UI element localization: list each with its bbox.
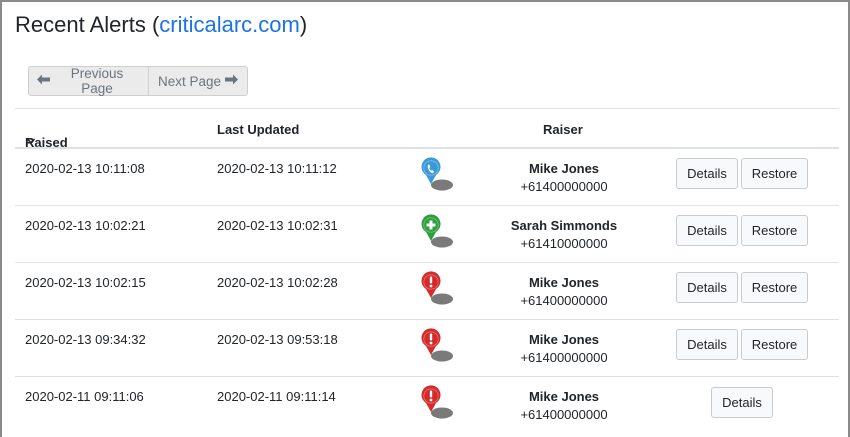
alert-icon bbox=[418, 328, 458, 368]
raiser-name: Mike Jones bbox=[528, 389, 600, 404]
raiser-phone: +61400000000 bbox=[520, 179, 608, 194]
last-updated-time: 2020-02-13 10:02:28 bbox=[217, 275, 338, 290]
last-updated-time: 2020-02-13 10:11:12 bbox=[217, 161, 337, 176]
alert-icon bbox=[418, 385, 458, 425]
alerts-table: Raised Last Updated Raiser 2020-02-13 10… bbox=[15, 108, 839, 434]
table-row: 2020-02-11 09:11:06 2020-02-11 09:11:14 Mi… bbox=[15, 377, 839, 434]
raiser: Mike Jones +61400000000 bbox=[483, 388, 645, 424]
site-link[interactable]: criticalarc.com bbox=[159, 12, 300, 37]
column-header-last-updated: Last Updated bbox=[217, 122, 300, 137]
phone-icon bbox=[418, 157, 458, 197]
next-page-label: Next Page bbox=[157, 73, 222, 89]
raiser: Mike Jones +61400000000 bbox=[483, 274, 645, 310]
raised-time: 2020-02-13 10:11:08 bbox=[25, 161, 145, 176]
raiser-name: Sarah Simmonds bbox=[510, 218, 618, 233]
raiser: Sarah Simmonds +61410000000 bbox=[483, 217, 645, 253]
raiser-name: Mike Jones bbox=[528, 161, 600, 176]
raiser-name: Mike Jones bbox=[528, 332, 600, 347]
column-header-raiser: Raiser bbox=[543, 122, 583, 137]
restore-button[interactable]: Restore bbox=[741, 215, 808, 246]
raiser-phone: +61410000000 bbox=[520, 236, 608, 251]
raised-time: 2020-02-13 10:02:21 bbox=[25, 218, 146, 233]
raiser-phone: +61400000000 bbox=[520, 293, 608, 308]
details-button[interactable]: Details bbox=[711, 387, 773, 418]
raiser-name: Mike Jones bbox=[528, 275, 600, 290]
arrow-right-icon bbox=[225, 74, 239, 88]
raiser-phone: +61400000000 bbox=[520, 407, 608, 422]
raiser: Mike Jones +61400000000 bbox=[483, 160, 645, 196]
next-page-button[interactable]: Next Page bbox=[149, 66, 248, 96]
details-button[interactable]: Details bbox=[676, 329, 738, 360]
last-updated-time: 2020-02-13 10:02:31 bbox=[217, 218, 338, 233]
previous-page-button[interactable]: Previous Page bbox=[28, 66, 149, 96]
restore-button[interactable]: Restore bbox=[741, 329, 808, 360]
title-suffix: ) bbox=[299, 12, 308, 37]
details-button[interactable]: Details bbox=[676, 272, 738, 303]
table-row: 2020-02-13 09:34:32 2020-02-13 09:53:18 Mi… bbox=[15, 320, 839, 377]
restore-button[interactable]: Restore bbox=[741, 272, 808, 303]
previous-page-label: Previous Page bbox=[70, 66, 124, 96]
restore-button[interactable]: Restore bbox=[741, 158, 808, 189]
details-button[interactable]: Details bbox=[676, 215, 738, 246]
raiser: Mike Jones +61400000000 bbox=[483, 331, 645, 367]
table-row: 2020-02-13 10:02:21 2020-02-13 10:02:31 Sa… bbox=[15, 206, 839, 263]
table-body: 2020-02-13 10:11:08 2020-02-13 10:11:12 Mi… bbox=[15, 149, 839, 434]
title-prefix: Recent Alerts ( bbox=[15, 12, 160, 37]
raised-time: 2020-02-11 09:11:06 bbox=[25, 389, 144, 404]
table-row: 2020-02-13 10:02:15 2020-02-13 10:02:28 Mi… bbox=[15, 263, 839, 320]
raised-time: 2020-02-13 09:34:32 bbox=[25, 332, 146, 347]
table-header: Raised Last Updated Raiser bbox=[15, 109, 839, 150]
alert-icon bbox=[418, 271, 458, 311]
medical-icon bbox=[418, 214, 458, 254]
last-updated-time: 2020-02-11 09:11:14 bbox=[217, 389, 336, 404]
table-row: 2020-02-13 10:11:08 2020-02-13 10:11:12 Mi… bbox=[15, 149, 839, 206]
page-title: Recent Alerts (criticalarc.com) bbox=[15, 12, 307, 38]
raiser-phone: +61400000000 bbox=[520, 350, 608, 365]
arrow-left-icon bbox=[37, 74, 50, 88]
sort-down-icon bbox=[26, 135, 36, 145]
last-updated-time: 2020-02-13 09:53:18 bbox=[217, 332, 338, 347]
pager: Previous Page Next Page bbox=[28, 66, 248, 96]
details-button[interactable]: Details bbox=[676, 158, 738, 189]
raised-time: 2020-02-13 10:02:15 bbox=[25, 275, 146, 290]
